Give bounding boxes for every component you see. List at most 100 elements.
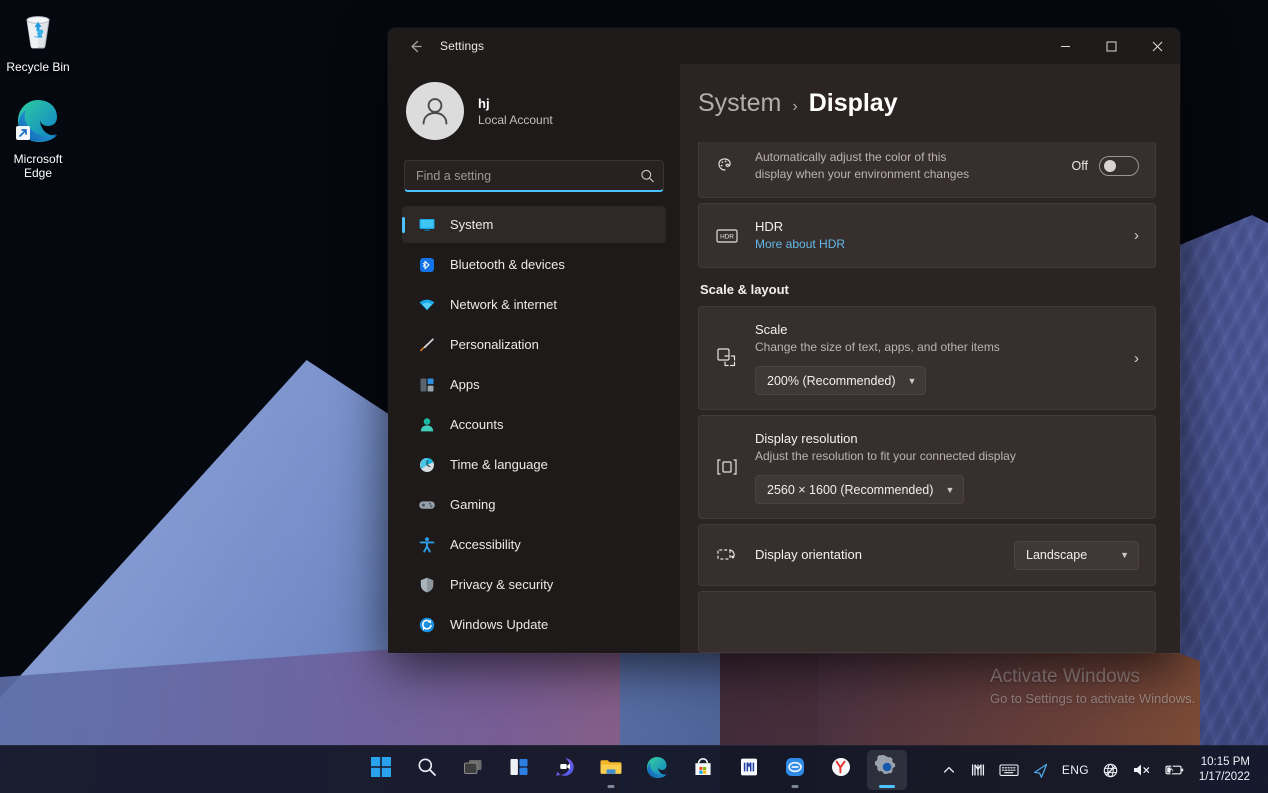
- sidebar: hj Local Account Find a setting System B…: [388, 64, 680, 653]
- start-button[interactable]: [361, 750, 401, 790]
- folder-icon: [599, 756, 623, 783]
- network-disconnected-icon: [1103, 763, 1118, 777]
- card-scale-title: Scale: [755, 322, 788, 337]
- battery-button[interactable]: [1159, 750, 1190, 790]
- search-icon[interactable]: [640, 168, 655, 183]
- desktop[interactable]: Recycle Bin Microsoft Edge Activate Wind…: [0, 0, 1268, 793]
- chat-icon: [554, 756, 576, 783]
- card-hdr[interactable]: HDR HDR More about HDR ›: [698, 203, 1156, 268]
- search-icon: [416, 756, 438, 783]
- breadcrumb-display: Display: [808, 88, 898, 117]
- task-view-button[interactable]: [453, 750, 493, 790]
- window-titlebar[interactable]: Settings: [388, 28, 1180, 64]
- account-row[interactable]: hj Local Account: [402, 64, 666, 156]
- chat-button[interactable]: [545, 750, 585, 790]
- touch-keyboard-button[interactable]: [994, 750, 1024, 790]
- close-icon: [1152, 41, 1162, 51]
- display-resolution-dropdown-value: 2560 × 1600 (Recommended): [767, 482, 934, 497]
- sidebar-item-gaming[interactable]: Gaming: [402, 486, 666, 523]
- microsoft-store-button[interactable]: [683, 750, 723, 790]
- yandex-browser-button[interactable]: [821, 750, 861, 790]
- sidebar-item-accounts[interactable]: Accounts: [402, 406, 666, 443]
- auto-adjust-color-toggle[interactable]: [1099, 156, 1139, 176]
- card-auto-adjust-color-subtitle: Automatically adjust the color of this d…: [755, 150, 970, 181]
- edge-button[interactable]: [637, 750, 677, 790]
- chevron-right-icon[interactable]: ›: [1126, 227, 1139, 244]
- card-scale-subtitle: Change the size of text, apps, and other…: [755, 340, 1000, 354]
- chevron-down-icon: ▼: [945, 484, 955, 495]
- back-button[interactable]: [398, 31, 432, 61]
- search-button[interactable]: [407, 750, 447, 790]
- display-resolution-dropdown[interactable]: 2560 × 1600 (Recommended) ▼: [755, 475, 965, 504]
- main-content: Automatically adjust the color of this d…: [680, 64, 1180, 653]
- window-title: Settings: [440, 39, 485, 53]
- card-scale[interactable]: Scale Change the size of text, apps, and…: [698, 306, 1156, 410]
- tray-date: 1/17/2022: [1198, 771, 1250, 783]
- auto-adjust-color-toggle-group[interactable]: Off: [1072, 156, 1139, 176]
- m-app-icon: [738, 756, 760, 783]
- taskbar-active-indicator: [879, 784, 895, 788]
- chevron-right-icon[interactable]: ›: [1126, 350, 1139, 367]
- sidebar-item-apps[interactable]: Apps: [402, 366, 666, 403]
- minimize-button[interactable]: [1042, 28, 1088, 64]
- bluetooth-icon: [418, 256, 436, 274]
- display-orientation-dropdown-value: Landscape: [1026, 548, 1088, 562]
- taskbar-app-area: [361, 749, 907, 790]
- file-explorer-button[interactable]: [591, 750, 631, 790]
- display-orientation-dropdown[interactable]: Landscape ▼: [1014, 540, 1139, 570]
- card-display-orientation[interactable]: Display orientation Landscape ▼: [698, 524, 1156, 586]
- widgets-button[interactable]: [499, 750, 539, 790]
- card-display-orientation-title: Display orientation: [755, 547, 862, 562]
- network-button[interactable]: [1097, 750, 1124, 790]
- sidebar-item-windows-update[interactable]: Windows Update: [402, 606, 666, 643]
- close-button[interactable]: [1134, 28, 1180, 64]
- sidebar-item-privacy-security[interactable]: Privacy & security: [402, 566, 666, 603]
- location-button[interactable]: [1027, 750, 1054, 790]
- sidebar-item-network-internet[interactable]: Network & internet: [402, 286, 666, 323]
- sidebar-item-time-language[interactable]: Time & language: [402, 446, 666, 483]
- adaptive-color-icon: [715, 155, 739, 177]
- yandex-icon: [830, 756, 852, 783]
- scale-dropdown[interactable]: 200% (Recommended) ▼: [755, 366, 927, 395]
- card-auto-adjust-color[interactable]: Automatically adjust the color of this d…: [698, 134, 1156, 198]
- monitor-icon: [418, 216, 436, 234]
- account-type: Local Account: [478, 112, 553, 127]
- toggle-knob: [1104, 160, 1116, 172]
- card-hdr-link[interactable]: More about HDR: [755, 236, 1110, 253]
- search-box[interactable]: [404, 160, 664, 192]
- sidebar-item-system[interactable]: System: [402, 206, 666, 243]
- scale-icon: [715, 346, 739, 370]
- language-indicator[interactable]: ENG: [1057, 750, 1094, 790]
- clock-and-date[interactable]: 10:15 PM 1/17/2022: [1193, 750, 1258, 790]
- sidebar-item-label: System: [450, 217, 494, 232]
- recycle-bin-icon: [0, 8, 76, 55]
- orientation-icon: [715, 544, 739, 566]
- person-avatar-icon: [422, 98, 448, 125]
- sidebar-item-label: Privacy & security: [450, 577, 554, 592]
- breadcrumb-separator: ›: [792, 97, 798, 115]
- oval-app-icon: [784, 756, 806, 783]
- sidebar-item-personalization[interactable]: Personalization: [402, 326, 666, 363]
- volume-button[interactable]: [1127, 750, 1156, 790]
- maximize-button[interactable]: [1088, 28, 1134, 64]
- card-display-resolution[interactable]: Display resolution Adjust the resolution…: [698, 415, 1156, 519]
- mail-app-button[interactable]: [729, 750, 769, 790]
- settings-button[interactable]: [867, 749, 907, 790]
- edge-icon: [0, 96, 76, 147]
- desktop-icon-microsoft-edge[interactable]: Microsoft Edge: [0, 96, 76, 180]
- search-input[interactable]: [405, 161, 663, 190]
- sidebar-item-accessibility[interactable]: Accessibility: [402, 526, 666, 563]
- settings-scroll-area[interactable]: Automatically adjust the color of this d…: [698, 64, 1156, 653]
- breadcrumb-system[interactable]: System: [698, 89, 781, 118]
- desktop-icon-recycle-bin[interactable]: Recycle Bin: [0, 8, 76, 74]
- hdr-icon: HDR: [715, 225, 739, 247]
- sidebar-item-bluetooth-devices[interactable]: Bluetooth & devices: [402, 246, 666, 283]
- tray-overflow-button[interactable]: [936, 750, 962, 790]
- card-next-partial[interactable]: [698, 591, 1156, 653]
- messenger-app-button[interactable]: [775, 750, 815, 790]
- sidebar-item-label: Personalization: [450, 337, 539, 352]
- tray-m-button[interactable]: [965, 750, 991, 790]
- settings-window[interactable]: Settings hj Local Account Find a setting…: [388, 28, 1180, 653]
- taskbar[interactable]: ENG 10:15 PM 1/17/2022: [0, 745, 1268, 793]
- card-hdr-text: HDR More about HDR: [755, 218, 1110, 253]
